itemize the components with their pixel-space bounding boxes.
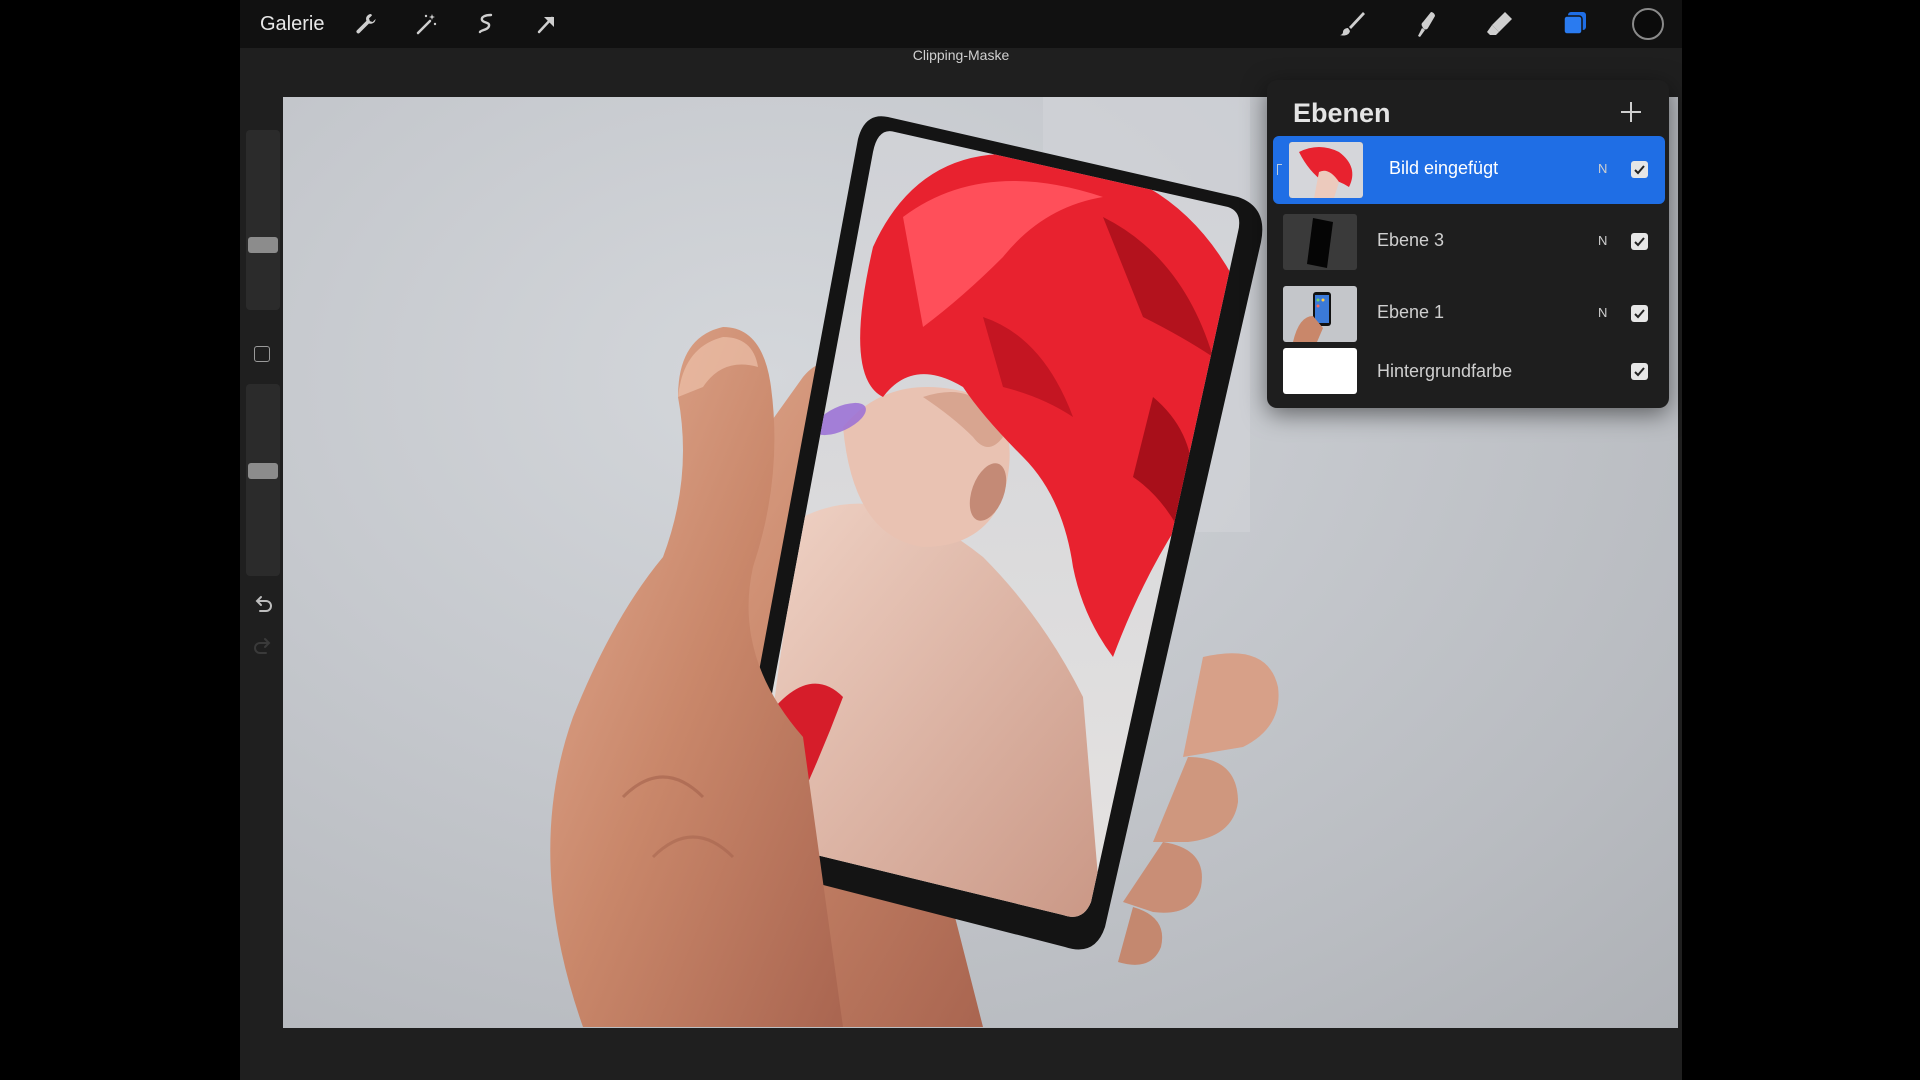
layer-visibility-checkbox[interactable] bbox=[1631, 161, 1648, 178]
layer-visibility-checkbox[interactable] bbox=[1631, 305, 1648, 322]
layer-visibility-checkbox[interactable] bbox=[1631, 233, 1648, 250]
layer-bild-eingefuegt[interactable]: Bild eingefügt N bbox=[1273, 136, 1665, 204]
layers-panel: Ebenen Bild eingefügt N Ebene 3 N Ebene … bbox=[1267, 80, 1669, 408]
layers-panel-title: Ebenen bbox=[1293, 98, 1391, 128]
procreate-app: Galerie Clipping-Maske Ebenen Bild einge… bbox=[240, 0, 1682, 1080]
opacity-handle[interactable] bbox=[248, 463, 278, 479]
layer-hintergrundfarbe[interactable]: Hintergrundfarbe bbox=[1273, 342, 1665, 402]
layer-ebene-1[interactable]: Ebene 1 N bbox=[1273, 280, 1665, 348]
transform-arrow-icon[interactable] bbox=[528, 6, 564, 42]
layer-thumbnail bbox=[1283, 286, 1357, 342]
selection-icon[interactable] bbox=[468, 6, 504, 42]
wrench-icon[interactable] bbox=[348, 6, 384, 42]
opacity-slider[interactable] bbox=[246, 384, 280, 576]
redo-icon[interactable] bbox=[252, 635, 274, 657]
brush-icon[interactable] bbox=[1332, 4, 1372, 44]
brush-size-handle[interactable] bbox=[248, 237, 278, 253]
current-color-swatch[interactable] bbox=[1632, 8, 1664, 40]
right-toolbar bbox=[1298, 0, 1668, 48]
eraser-icon[interactable] bbox=[1480, 4, 1520, 44]
color-swatch-icon[interactable] bbox=[1628, 4, 1668, 44]
top-toolbar: Galerie bbox=[240, 0, 1682, 48]
layer-name: Ebene 3 bbox=[1377, 230, 1445, 250]
blend-mode-button[interactable]: N bbox=[1598, 161, 1607, 176]
status-label: Clipping-Maske bbox=[912, 47, 1010, 63]
smudge-icon[interactable] bbox=[1406, 4, 1446, 44]
layer-name: Bild eingefügt bbox=[1389, 158, 1499, 178]
brush-size-slider[interactable] bbox=[246, 130, 280, 310]
magic-wand-icon[interactable] bbox=[408, 6, 444, 42]
layer-thumbnail bbox=[1289, 142, 1363, 198]
layers-icon[interactable] bbox=[1554, 4, 1594, 44]
layer-visibility-checkbox[interactable] bbox=[1631, 363, 1648, 380]
layer-thumbnail bbox=[1283, 214, 1357, 270]
background-color-swatch bbox=[1283, 348, 1357, 394]
layer-name: Ebene 1 bbox=[1377, 302, 1445, 322]
blend-mode-button[interactable]: N bbox=[1598, 233, 1607, 248]
layer-name: Hintergrundfarbe bbox=[1377, 361, 1513, 381]
layer-ebene-3[interactable]: Ebene 3 N bbox=[1273, 208, 1665, 276]
plus-icon[interactable] bbox=[1615, 96, 1647, 128]
left-sidebar bbox=[246, 130, 280, 660]
gallery-button[interactable]: Galerie bbox=[260, 13, 324, 36]
blend-mode-button[interactable]: N bbox=[1598, 305, 1607, 320]
clipping-mask-indicator bbox=[1277, 164, 1282, 175]
undo-icon[interactable] bbox=[252, 593, 274, 615]
modify-square-icon[interactable] bbox=[254, 346, 270, 362]
